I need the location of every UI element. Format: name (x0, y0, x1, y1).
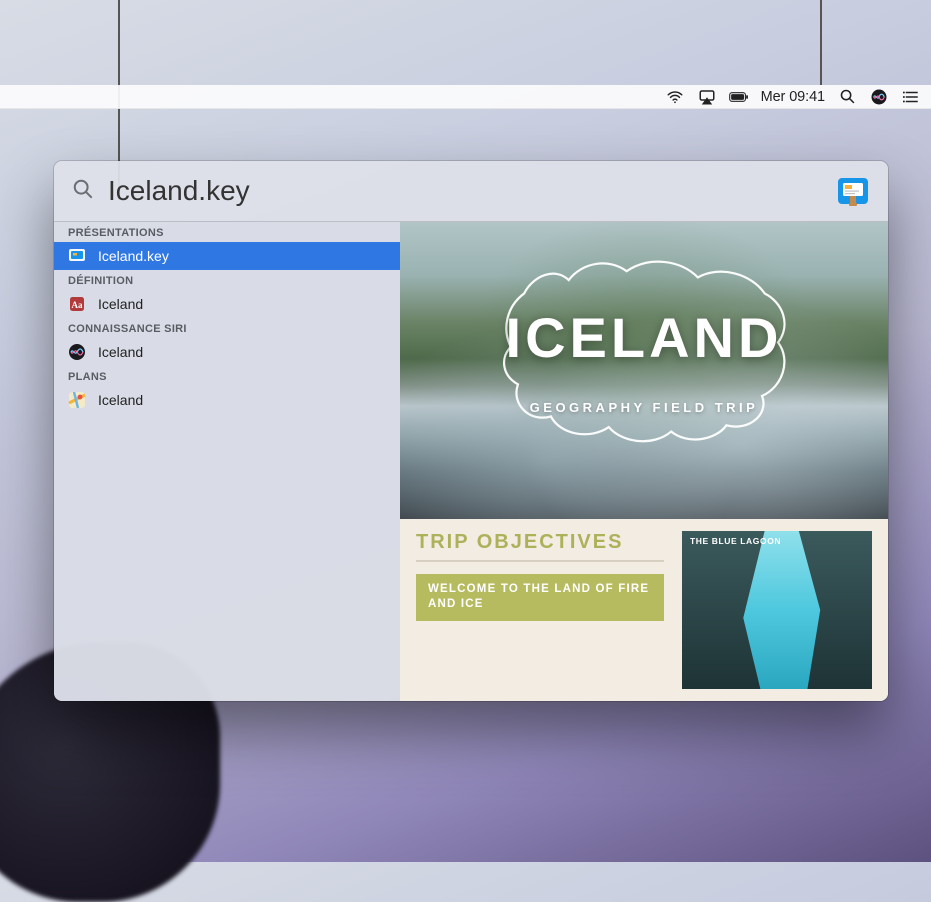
results-header-plans: PLANS (54, 366, 400, 386)
slide1-subtitle: GEOGRAPHY FIELD TRIP (400, 400, 888, 415)
wifi-icon[interactable] (665, 87, 685, 107)
preview-slide-1: ICELAND GEOGRAPHY FIELD TRIP (400, 222, 888, 519)
slide1-title: ICELAND (400, 305, 888, 370)
spotlight-search-input[interactable] (108, 175, 822, 207)
spotlight-icon[interactable] (837, 87, 857, 107)
maps-icon (68, 391, 86, 409)
tophit-app-icon (836, 174, 870, 208)
objectives-title: TRIP OBJECTIVES (416, 531, 664, 562)
preview-pane: ICELAND GEOGRAPHY FIELD TRIP TRIP OBJECT… (400, 222, 888, 701)
airplay-icon[interactable] (697, 87, 717, 107)
result-label: Iceland.key (98, 248, 169, 264)
svg-text:Aa: Aa (72, 300, 83, 310)
spotlight-search-bar (54, 161, 888, 221)
result-label: Iceland (98, 344, 143, 360)
result-label: Iceland (98, 392, 143, 408)
siri-icon (68, 343, 86, 361)
callout-line-right (820, 0, 822, 85)
search-icon (72, 178, 94, 205)
notification-center-icon[interactable] (901, 87, 921, 107)
results-header-presentations: PRÉSENTATIONS (54, 222, 400, 242)
results-header-definition: DÉFINITION (54, 270, 400, 290)
result-item-maps[interactable]: Iceland (54, 386, 400, 414)
result-item-siri-knowledge[interactable]: Iceland (54, 338, 400, 366)
welcome-box: WELCOME TO THE LAND OF FIRE AND ICE (416, 574, 664, 621)
spotlight-body: PRÉSENTATIONS Iceland.key DÉFINITION Aa (54, 221, 888, 701)
result-item-iceland-key[interactable]: Iceland.key (54, 242, 400, 270)
result-label: Iceland (98, 296, 143, 312)
result-item-definition[interactable]: Aa Iceland (54, 290, 400, 318)
lagoon-thumbnail: THE BLUE LAGOON (682, 531, 872, 689)
spotlight-window: PRÉSENTATIONS Iceland.key DÉFINITION Aa (54, 161, 888, 701)
results-header-siri: CONNAISSANCE SIRI (54, 318, 400, 338)
menubar: Mer 09:41 (0, 85, 931, 109)
keynote-doc-icon (68, 247, 86, 265)
siri-icon[interactable] (869, 87, 889, 107)
lagoon-label: THE BLUE LAGOON (690, 537, 781, 546)
preview-slide-2: TRIP OBJECTIVES WELCOME TO THE LAND OF F… (400, 519, 888, 701)
battery-icon[interactable] (729, 87, 749, 107)
menubar-datetime[interactable]: Mer 09:41 (761, 89, 825, 105)
spotlight-results: PRÉSENTATIONS Iceland.key DÉFINITION Aa (54, 222, 400, 701)
dictionary-icon: Aa (68, 295, 86, 313)
